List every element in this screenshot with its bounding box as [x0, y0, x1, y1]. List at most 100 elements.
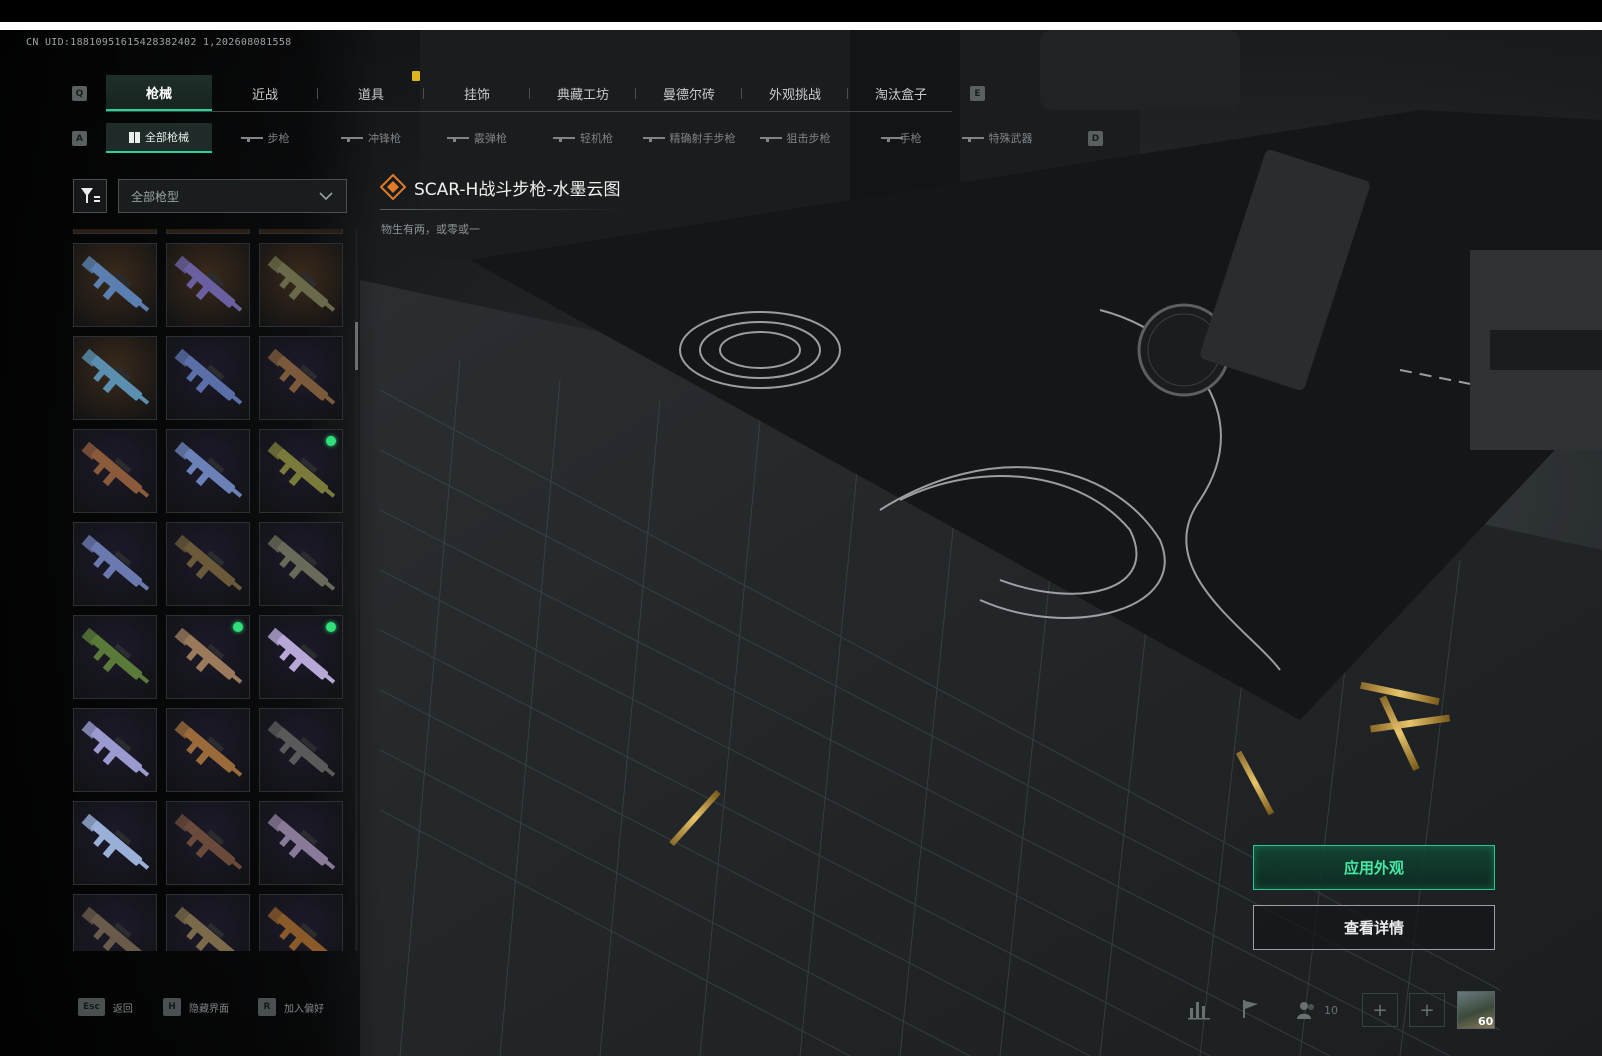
tab-appearance-challenge[interactable]: 外观挑战 [742, 75, 848, 111]
stats-icon[interactable] [1188, 998, 1212, 1020]
weapon-skin-icon [81, 534, 150, 591]
tab-label: 近战 [251, 87, 278, 103]
weapon-skin-icon [81, 720, 150, 777]
next-tab-key-hint[interactable]: E [970, 86, 985, 101]
add-slot-button-1[interactable]: + [1362, 993, 1398, 1027]
filter-button[interactable] [73, 179, 107, 213]
sniper-icon [759, 135, 782, 142]
new-item-dot [233, 622, 243, 632]
weapon-skin-tile[interactable] [259, 615, 343, 699]
tab-collection-workshop[interactable]: 典藏工坊 [530, 75, 636, 111]
weapon-skin-tile[interactable] [166, 894, 250, 951]
weapon-skin-tile[interactable] [166, 708, 250, 792]
weapon-skin-tile[interactable] [259, 894, 343, 951]
tab-label: 外观挑战 [768, 87, 821, 103]
back-hint[interactable]: Esc 返回 [78, 998, 133, 1016]
dmr-icon [642, 135, 665, 142]
weapon-skin-icon [267, 813, 336, 870]
weapon-skin-tile-partial[interactable] [166, 229, 250, 234]
main-tab-bar: 枪械 近战 道具 挂饰 典藏工坊 曼德尔砖 外观挑战 淘汰盒子 [106, 75, 954, 111]
subtab-smg[interactable]: 冲锋枪 [318, 123, 424, 153]
subtab-sniper[interactable]: 狙击步枪 [742, 123, 848, 153]
view-details-button[interactable]: 查看详情 [1253, 905, 1495, 950]
weapon-skin-grid [73, 229, 343, 951]
tab-elimination-box[interactable]: 淘汰盒子 [848, 75, 954, 111]
tab-guns[interactable]: 枪械 [106, 75, 212, 111]
subtab-special[interactable]: 特殊武器 [954, 123, 1040, 153]
pistol-icon [880, 135, 903, 142]
add-favorite-hint[interactable]: R 加入偏好 [258, 998, 324, 1016]
filter-icon [81, 188, 100, 203]
weapon-skin-tile[interactable] [259, 429, 343, 513]
weapon-skin-tile[interactable] [73, 801, 157, 885]
subtab-label: 冲锋枪 [368, 132, 401, 145]
weapon-skin-icon [174, 720, 243, 777]
subtab-label: 轻机枪 [580, 132, 613, 145]
weapon-skin-tile[interactable] [259, 522, 343, 606]
weapon-skin-icon [81, 906, 150, 951]
subtab-shotgun[interactable]: 霰弹枪 [424, 123, 530, 153]
chevron-down-icon [319, 192, 333, 201]
tab-label: 道具 [357, 87, 384, 103]
friends-button[interactable]: 10 [1296, 1000, 1338, 1020]
flag-icon[interactable] [1240, 998, 1262, 1020]
subtab-rifle[interactable]: 步枪 [212, 123, 318, 153]
diamond-rarity-icon [380, 174, 406, 200]
player-level: 60 [1478, 1015, 1494, 1028]
hide-ui-hint[interactable]: H 隐藏界面 [163, 998, 229, 1016]
weapon-skin-tile[interactable] [73, 429, 157, 513]
weapon-skin-icon [267, 348, 336, 405]
tab-mandel-brick[interactable]: 曼德尔砖 [636, 75, 742, 111]
r-key-icon: R [258, 998, 276, 1016]
item-title: SCAR-H战斗步枪-水墨云图 [414, 179, 621, 200]
subtab-dmr[interactable]: 精确射手步枪 [636, 123, 742, 153]
tab-charms[interactable]: 挂饰 [424, 75, 530, 111]
next-subtab-key-hint[interactable]: D [1088, 131, 1103, 146]
weapon-skin-tile[interactable] [73, 522, 157, 606]
add-slot-button-2[interactable]: + [1409, 993, 1445, 1027]
weapon-skin-tile-partial[interactable] [73, 229, 157, 234]
plus-icon: + [1372, 999, 1388, 1021]
prev-tab-key-hint[interactable]: Q [72, 86, 87, 101]
prev-subtab-key-hint[interactable]: A [72, 131, 87, 146]
h-key-icon: H [163, 998, 181, 1016]
weapon-skin-icon [267, 534, 336, 591]
gun-type-dropdown[interactable]: 全部枪型 [118, 179, 347, 213]
weapon-skin-icon [174, 906, 243, 951]
grid-scrollbar-thumb[interactable] [355, 322, 358, 370]
weapon-skin-tile[interactable] [166, 243, 250, 327]
weapon-skin-tile[interactable] [166, 336, 250, 420]
new-item-dot [326, 436, 336, 446]
weapon-skin-tile[interactable] [73, 243, 157, 327]
weapon-skin-tile[interactable] [73, 894, 157, 951]
weapon-skin-tile[interactable] [259, 708, 343, 792]
weapon-skin-icon [174, 441, 243, 498]
weapon-skin-tile[interactable] [73, 336, 157, 420]
rifle-icon [240, 135, 263, 142]
weapon-skin-tile[interactable] [73, 615, 157, 699]
apply-appearance-button[interactable]: 应用外观 [1253, 845, 1495, 890]
weapon-skin-tile[interactable] [259, 801, 343, 885]
hint-label: 加入偏好 [284, 1003, 324, 1015]
weapon-skin-tile[interactable] [166, 429, 250, 513]
weapon-skin-tile[interactable] [166, 801, 250, 885]
weapon-skin-icon [267, 906, 336, 951]
tab-melee[interactable]: 近战 [212, 75, 318, 111]
uid-text: CN UID:18810951615428382402 1,2026080815… [26, 37, 292, 48]
tab-label: 典藏工坊 [556, 87, 609, 103]
weapon-skin-tile[interactable] [259, 243, 343, 327]
item-description: 物生有两，或零或一 [381, 223, 480, 236]
weapon-skin-tile[interactable] [259, 336, 343, 420]
subtab-pistol[interactable]: 手枪 [848, 123, 954, 153]
weapon-skin-icon [267, 255, 336, 312]
dropdown-value: 全部枪型 [131, 189, 180, 204]
shotgun-icon [447, 135, 469, 142]
tab-items[interactable]: 道具 [318, 75, 424, 111]
weapon-skin-tile-partial[interactable] [259, 229, 343, 234]
subtab-lmg[interactable]: 轻机枪 [530, 123, 636, 153]
weapon-skin-tile[interactable] [73, 708, 157, 792]
weapon-skin-tile[interactable] [166, 522, 250, 606]
weapon-skin-tile[interactable] [166, 615, 250, 699]
friends-count: 10 [1324, 1003, 1338, 1017]
subtab-all-guns[interactable]: 全部枪械 [106, 123, 212, 153]
